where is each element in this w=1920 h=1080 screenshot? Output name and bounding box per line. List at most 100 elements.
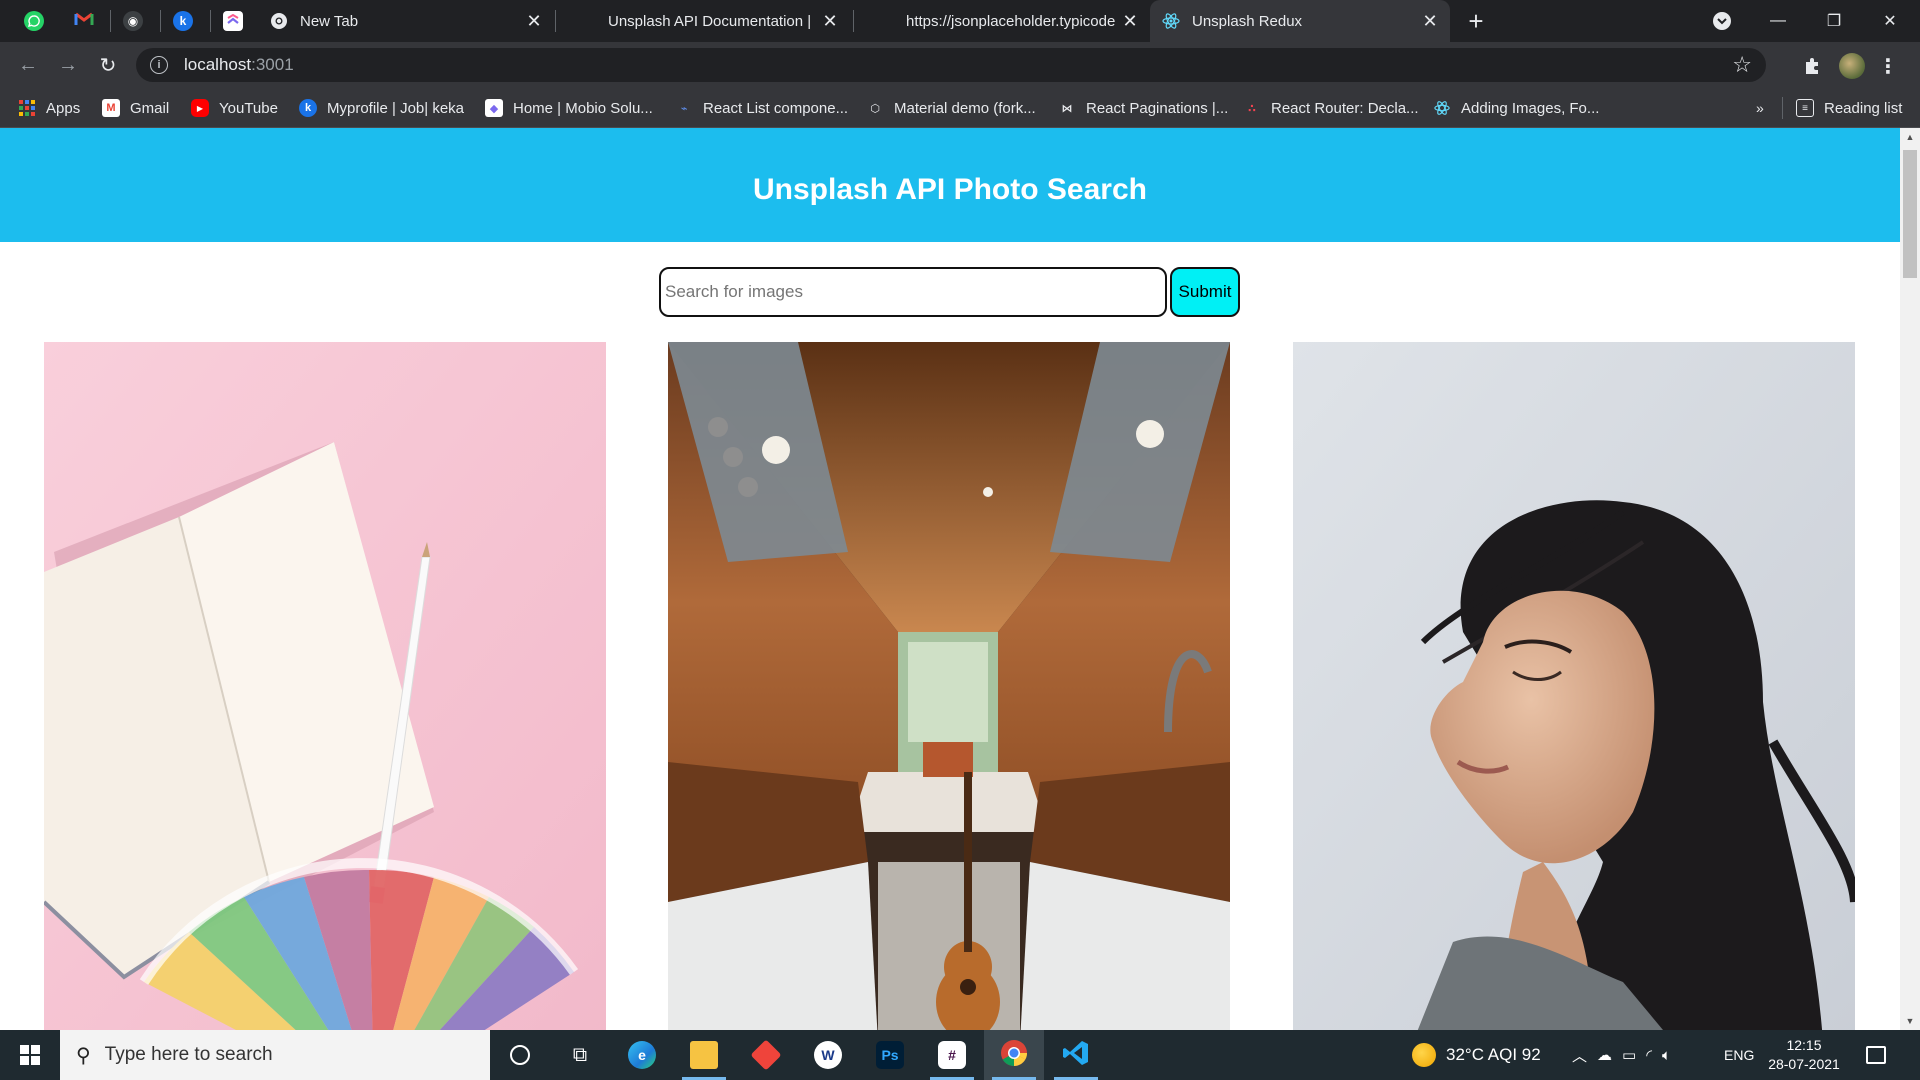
close-icon[interactable]: ✕ (816, 7, 844, 35)
reload-button[interactable]: ↻ (92, 49, 124, 81)
bookmark-adding-images[interactable]: Adding Images, Fo... (1433, 88, 1599, 128)
tab-search-button[interactable] (1694, 0, 1750, 42)
tab-unsplash-docs[interactable]: Unsplash API Documentation | Fr ✕ (560, 0, 850, 42)
bookmark-label: React Paginations |... (1086, 99, 1229, 117)
anydesk-icon (750, 1039, 782, 1071)
browser-menu-button[interactable]: ⋮ (1876, 50, 1900, 82)
photo-card-notebook[interactable] (44, 342, 606, 1030)
address-bar[interactable]: i localhost:3001 ☆ (136, 48, 1766, 82)
close-icon[interactable]: ✕ (1116, 7, 1144, 35)
weather-sun-icon (1412, 1043, 1436, 1067)
codesandbox-icon: ⬡ (870, 102, 880, 115)
taskbar-clock[interactable]: 12:15 28-07-2021 (1760, 1036, 1848, 1074)
profile-avatar[interactable] (1836, 50, 1868, 82)
task-view-button[interactable]: ⧉ (550, 1030, 610, 1080)
photo-card-van-interior[interactable] (668, 342, 1230, 1030)
taskbar-app-edge[interactable]: e (612, 1030, 672, 1080)
taskbar-app-explorer[interactable] (674, 1030, 734, 1080)
tab-jsonplaceholder[interactable]: https://jsonplaceholder.typicode. ✕ (858, 0, 1150, 42)
reading-list-label: Reading list (1824, 99, 1903, 117)
photo-card-portrait[interactable] (1293, 342, 1855, 1030)
extensions-button[interactable] (1796, 50, 1828, 82)
taskbar-search-box[interactable]: ⚲ Type here to search (60, 1030, 490, 1080)
more-vert-icon: ⋮ (1878, 55, 1898, 78)
cortana-icon (510, 1045, 530, 1065)
search-input[interactable] (659, 267, 1167, 317)
bowtie-icon: ⋈ (1061, 102, 1073, 115)
close-icon[interactable]: ✕ (520, 7, 548, 35)
close-icon: ✕ (1883, 13, 1897, 30)
taskbar-app-vscode[interactable] (1046, 1030, 1106, 1080)
windows-taskbar: ⚲ Type here to search ⧉ e W Ps # 32°C AQ… (0, 1030, 1920, 1080)
new-tab-button[interactable]: + (1462, 6, 1490, 36)
bookmark-label: Material demo (fork... (894, 99, 1036, 117)
weather-widget[interactable]: 32°C AQI 92 (1412, 1030, 1541, 1080)
close-icon[interactable]: ✕ (1416, 7, 1444, 35)
minimize-button[interactable]: — (1750, 0, 1806, 42)
taskbar-app-photoshop[interactable]: Ps (860, 1030, 920, 1080)
cortana-button[interactable] (490, 1030, 550, 1080)
bookmark-star-icon[interactable]: ☆ (1732, 52, 1752, 78)
bookmark-youtube[interactable]: ▶ YouTube (191, 88, 278, 128)
bookmark-label: React List compone... (703, 99, 849, 117)
wifi-icon[interactable]: ◜ (1646, 1046, 1652, 1064)
page-scrollbar[interactable]: ▲ ▼ (1900, 128, 1920, 1030)
bookmark-react-router[interactable]: ∴ React Router: Decla... (1243, 88, 1419, 128)
tab-title: https://jsonplaceholder.typicode. (906, 12, 1116, 30)
tab-title: New Tab (300, 12, 359, 30)
battery-icon[interactable]: ▭ (1622, 1046, 1636, 1064)
onedrive-cloud-icon[interactable]: ☁ (1597, 1046, 1612, 1064)
keka-icon: k (299, 99, 317, 117)
scroll-down-icon[interactable]: ▼ (1900, 1012, 1920, 1030)
language-indicator[interactable]: ENG (1724, 1030, 1754, 1080)
url-text: localhost:3001 (184, 55, 294, 74)
github-icon: ◉ (123, 11, 143, 31)
notifications-button[interactable] (1866, 1030, 1886, 1080)
taskbar-app-slack[interactable]: # (922, 1030, 982, 1080)
windows-logo-icon (20, 1045, 40, 1065)
taskbar-app-wordweb[interactable]: W (798, 1030, 858, 1080)
gmail-icon: M (102, 99, 120, 117)
weather-text: 32°C AQI 92 (1446, 1045, 1541, 1064)
clickup-icon: ◆ (485, 99, 503, 117)
tab-title: Unsplash API Documentation | Fr (608, 12, 816, 30)
chevron-up-icon[interactable]: ︿ (1572, 1045, 1587, 1066)
bookmark-mobio[interactable]: ◆ Home | Mobio Solu... (485, 88, 653, 128)
taskbar-app-anydesk[interactable] (736, 1030, 796, 1080)
clock-time: 12:15 (1786, 1037, 1822, 1053)
taskbar-app-chrome[interactable] (984, 1030, 1044, 1080)
start-button[interactable] (0, 1030, 60, 1080)
pinned-tab-clickup[interactable] (213, 0, 253, 42)
pinned-tab-gmail[interactable] (64, 0, 104, 42)
reading-list-button[interactable]: ≡ Reading list (1796, 88, 1902, 128)
scrollbar-thumb[interactable] (1903, 150, 1917, 278)
bookmark-gmail[interactable]: M Gmail (102, 88, 169, 128)
volume-icon[interactable]: 🔈︎ (1662, 1047, 1671, 1064)
bookmark-apps[interactable]: Apps (18, 88, 80, 128)
restore-button[interactable]: ❐ (1806, 0, 1862, 42)
arrow-left-icon: ← (18, 53, 38, 76)
back-button[interactable]: ← (12, 49, 44, 81)
bookmarks-overflow-button[interactable]: » (1756, 88, 1764, 128)
pinned-tab-whatsapp[interactable] (14, 0, 54, 42)
forward-button[interactable]: → (52, 49, 84, 81)
scroll-up-icon[interactable]: ▲ (1900, 128, 1920, 146)
submit-button[interactable]: Submit (1170, 267, 1240, 317)
tab-new-tab[interactable]: New Tab ✕ (258, 0, 554, 42)
page-viewport: Unsplash API Photo Search Submit (0, 128, 1920, 1030)
pinned-tab-github[interactable]: ◉ (113, 0, 153, 42)
close-window-button[interactable]: ✕ (1862, 0, 1918, 42)
bookmark-material-demo[interactable]: ⬡ Material demo (fork... (866, 88, 1036, 128)
browser-toolbar: ← → ↻ i localhost:3001 ☆ ⋮ (0, 42, 1920, 88)
tab-unsplash-redux[interactable]: Unsplash Redux ✕ (1150, 0, 1450, 42)
puzzle-icon (1806, 58, 1818, 74)
bookmark-react-list[interactable]: ⌁ React List compone... (675, 88, 848, 128)
notebook-photo (44, 342, 606, 1030)
bookmark-keka[interactable]: k Myprofile | Job| keka (299, 88, 464, 128)
portrait-photo (1293, 342, 1855, 1030)
slack-icon: # (938, 1041, 966, 1069)
wordweb-icon: W (814, 1041, 842, 1069)
bookmark-react-paginations[interactable]: ⋈ React Paginations |... (1058, 88, 1229, 128)
pinned-tab-keka[interactable]: k (163, 0, 203, 42)
bookmark-label: React Router: Decla... (1271, 99, 1419, 117)
